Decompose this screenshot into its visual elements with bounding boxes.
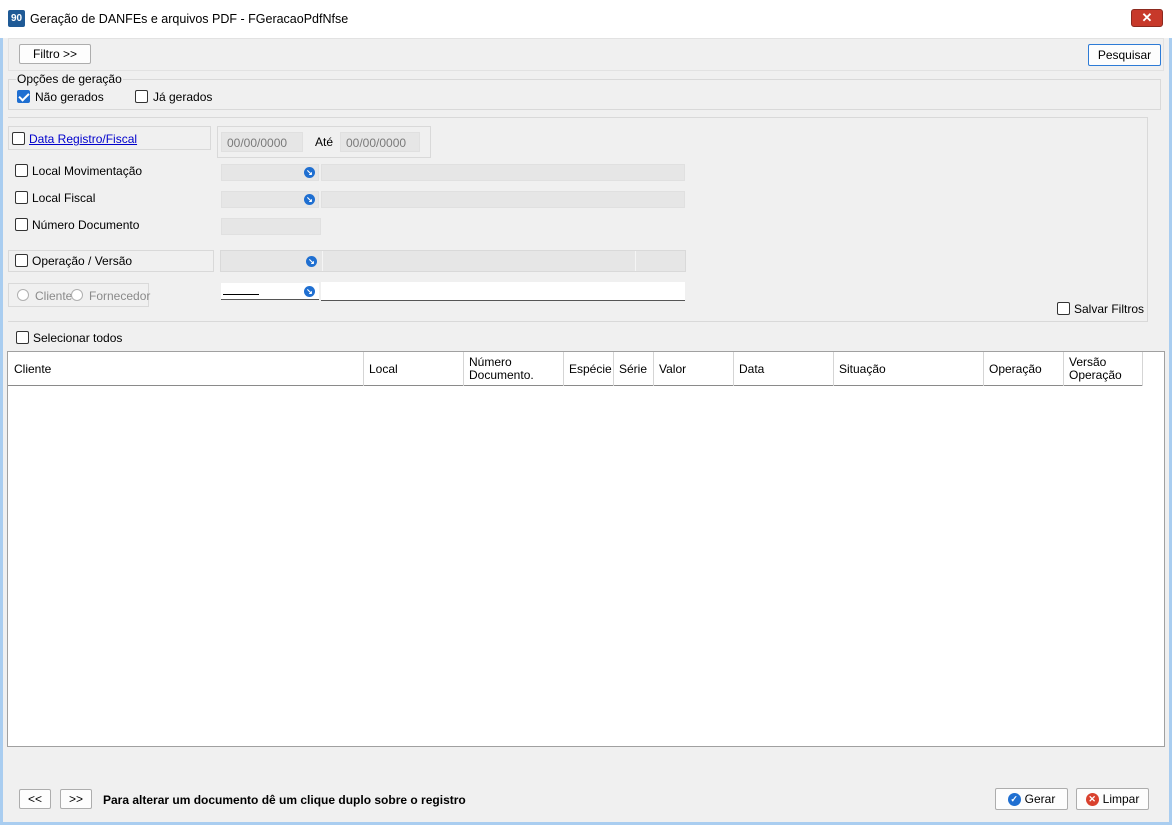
save-filters-label: Salvar Filtros xyxy=(1074,302,1145,316)
supplier-radio-label: Fornecedor xyxy=(89,289,151,303)
clear-button[interactable]: ✕ Limpar xyxy=(1076,788,1149,810)
column-header-species[interactable]: Espécie xyxy=(563,352,614,386)
column-header-date[interactable]: Data xyxy=(733,352,834,386)
local-fiscal-description-input[interactable] xyxy=(321,191,685,208)
column-header-document-number-label: Número Documento. xyxy=(469,355,534,382)
column-header-operation[interactable]: Operação xyxy=(983,352,1064,386)
select-all-label: Selecionar todos xyxy=(33,331,123,345)
generation-options-title: Opções de geração xyxy=(16,72,123,86)
local-movement-checkbox[interactable] xyxy=(15,164,28,177)
next-page-button[interactable]: >> xyxy=(60,789,92,809)
date-from-input[interactable]: 00/00/0000 xyxy=(221,132,303,152)
close-window-button[interactable]: ✕ xyxy=(1131,9,1163,27)
window-title: Geração de DANFEs e arquivos PDF - FGera… xyxy=(30,12,349,26)
local-movement-description-input[interactable] xyxy=(321,164,685,181)
operation-version-label: Operação / Versão xyxy=(32,254,133,268)
select-all-checkbox[interactable] xyxy=(16,331,29,344)
column-header-value[interactable]: Valor xyxy=(653,352,734,386)
toolbar-panel xyxy=(8,38,1164,71)
documents-table[interactable]: Cliente Local Número Documento. Espécie … xyxy=(7,351,1165,747)
app-icon: 90 xyxy=(8,10,25,27)
lookup-arrow-icon[interactable]: ↘ xyxy=(304,286,315,297)
x-circle-icon: ✕ xyxy=(1085,792,1099,806)
already-generated-label: Já gerados xyxy=(153,90,213,104)
document-number-checkbox[interactable] xyxy=(15,218,28,231)
operation-version-checkbox[interactable] xyxy=(15,254,28,267)
already-generated-checkbox[interactable] xyxy=(135,90,148,103)
not-generated-label: Não gerados xyxy=(35,90,104,104)
supplier-radio[interactable] xyxy=(71,289,83,301)
column-header-local[interactable]: Local xyxy=(363,352,464,386)
date-to-label: Até xyxy=(315,135,334,149)
local-fiscal-label: Local Fiscal xyxy=(32,191,96,205)
double-click-hint: Para alterar um documento dê um clique d… xyxy=(103,793,466,807)
column-header-client[interactable]: Cliente xyxy=(8,352,364,386)
lookup-arrow-icon[interactable]: ↘ xyxy=(306,256,317,267)
date-registry-checkbox[interactable] xyxy=(12,132,25,145)
date-to-input[interactable]: 00/00/0000 xyxy=(340,132,420,152)
lookup-arrow-icon[interactable]: ↘ xyxy=(304,194,315,205)
previous-page-button[interactable]: << xyxy=(19,789,51,809)
document-number-input[interactable] xyxy=(221,218,321,235)
column-header-operation-version-label: Versão Operação xyxy=(1069,355,1122,382)
save-filters-checkbox[interactable] xyxy=(1057,302,1070,315)
window-frame-left xyxy=(0,38,3,825)
clear-button-label: Limpar xyxy=(1102,792,1140,806)
generate-button-label: Gerar xyxy=(1024,792,1056,806)
operation-description-input[interactable] xyxy=(322,251,636,271)
filter-toggle-button[interactable]: Filtro >> xyxy=(19,44,91,64)
column-header-document-number[interactable]: Número Documento. xyxy=(463,352,564,386)
date-registry-link[interactable]: Data Registro/Fiscal xyxy=(29,132,137,146)
search-button[interactable]: Pesquisar xyxy=(1088,44,1161,66)
column-header-series[interactable]: Série xyxy=(613,352,654,386)
party-description-input[interactable] xyxy=(321,282,685,301)
client-radio[interactable] xyxy=(17,289,29,301)
column-header-status[interactable]: Situação xyxy=(833,352,984,386)
column-header-operation-version[interactable]: Versão Operação xyxy=(1063,352,1143,386)
generate-button[interactable]: ✓ Gerar xyxy=(995,788,1068,810)
check-circle-icon: ✓ xyxy=(1007,792,1021,806)
document-number-label: Número Documento xyxy=(32,218,140,232)
table-header: Cliente Local Número Documento. Espécie … xyxy=(8,352,1143,386)
lookup-arrow-icon[interactable]: ↘ xyxy=(304,167,315,178)
not-generated-checkbox[interactable] xyxy=(17,90,30,103)
party-code-underscore xyxy=(223,294,259,295)
local-movement-label: Local Movimentação xyxy=(32,164,143,178)
local-fiscal-checkbox[interactable] xyxy=(15,191,28,204)
client-radio-label: Cliente xyxy=(35,289,73,303)
